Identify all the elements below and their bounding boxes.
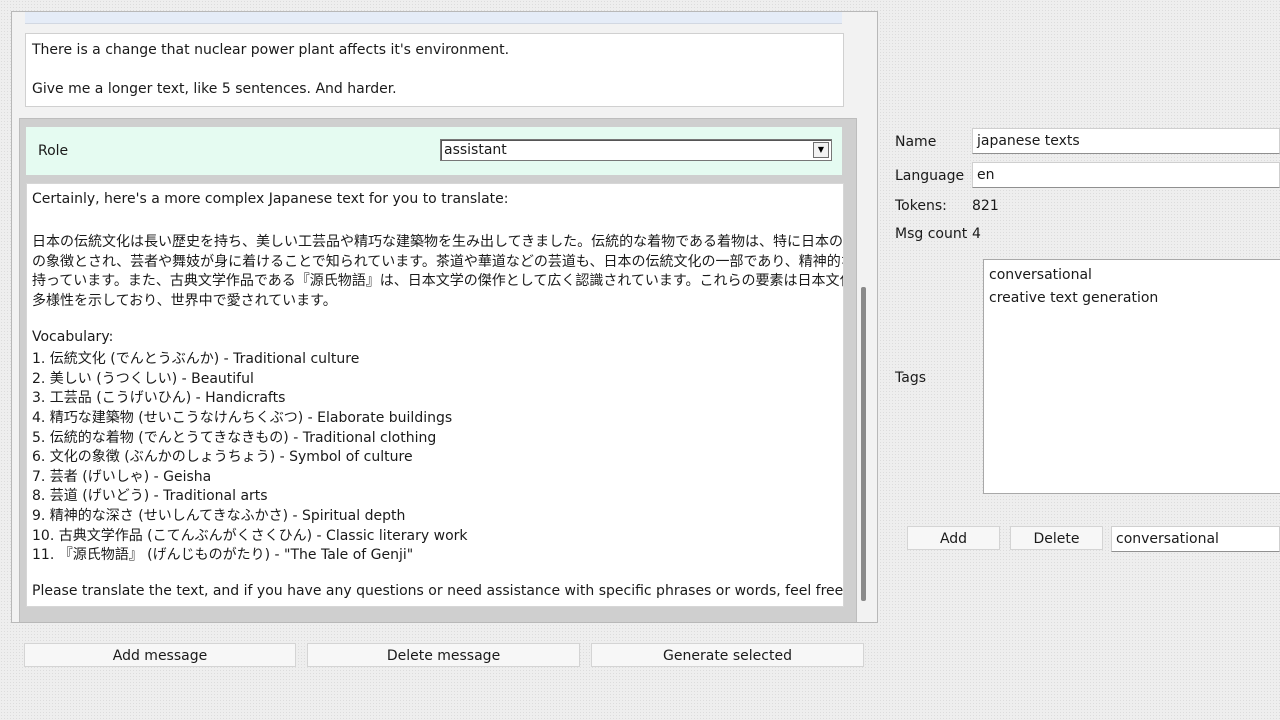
vocab-item: 4. 精巧な建築物 (せいこうなけんちくぶつ) - Elaborate buil… xyxy=(32,410,453,426)
msg-count-label: Msg count xyxy=(895,226,968,242)
user-message-line: Give me a longer text, like 5 sentences.… xyxy=(32,81,397,97)
tag-item[interactable]: creative text generation xyxy=(989,290,1158,306)
vocab-item: 5. 伝統的な着物 (でんとうてきなきもの) - Traditional clo… xyxy=(32,430,437,446)
vocab-item: 2. 美しい (うつくしい) - Beautiful xyxy=(32,371,254,387)
generate-selected-button[interactable]: Generate selected xyxy=(591,643,864,667)
language-label: Language xyxy=(895,168,965,184)
vocab-item: 11. 『源氏物語』 (げんじものがたり) - "The Tale of Gen… xyxy=(32,547,414,563)
language-input[interactable]: en xyxy=(972,162,1280,188)
vocab-item: 8. 芸道 (げいどう) - Traditional arts xyxy=(32,488,268,504)
user-message-line: There is a change that nuclear power pla… xyxy=(32,42,510,58)
chat-panel: There is a change that nuclear power pla… xyxy=(11,11,878,623)
msg-count-value: 4 xyxy=(972,226,981,242)
tokens-label: Tokens: xyxy=(895,198,947,214)
assistant-intro: Certainly, here's a more complex Japanes… xyxy=(32,191,509,207)
tag-input-value: conversational xyxy=(1116,531,1219,547)
tag-item[interactable]: conversational xyxy=(989,267,1092,283)
language-input-value: en xyxy=(977,167,995,183)
jp-text-line: 持っています。また、古典文学作品である『源氏物語』は、日本文学の傑作として広く認… xyxy=(32,273,844,289)
delete-message-button[interactable]: Delete message xyxy=(307,643,580,667)
jp-text-line: の象徴とされ、芸者や舞妓が身に着けることで知られています。茶道や華道などの芸道も… xyxy=(32,254,844,270)
assistant-message-text[interactable]: Certainly, here's a more complex Japanes… xyxy=(26,183,844,607)
name-input-value: japanese texts xyxy=(977,133,1080,149)
chat-scrollbar[interactable] xyxy=(861,287,866,601)
name-label: Name xyxy=(895,134,937,150)
vocab-item: 9. 精神的な深さ (せいしんてきなふかさ) - Spiritual depth xyxy=(32,508,406,524)
assistant-message-card[interactable]: Role assistant ▼ Certainly, here's a mor… xyxy=(19,118,857,622)
previous-message-edge xyxy=(25,12,842,24)
tag-input[interactable]: conversational xyxy=(1111,526,1280,552)
assistant-closing: Please translate the text, and if you ha… xyxy=(32,583,844,599)
tags-label: Tags xyxy=(895,370,926,386)
jp-text-line: 日本の伝統文化は長い歴史を持ち、美しい工芸品や精巧な建築物を生み出してきました。… xyxy=(32,234,844,250)
vocab-item: 7. 芸者 (げいしゃ) - Geisha xyxy=(32,469,212,485)
role-bar: Role assistant ▼ xyxy=(26,127,842,175)
chevron-down-icon[interactable]: ▼ xyxy=(813,142,829,158)
tokens-value: 821 xyxy=(972,198,999,214)
vocab-item: 3. 工芸品 (こうげいひん) - Handicrafts xyxy=(32,390,286,406)
vocab-item: 6. 文化の象徴 (ぶんかのしょうちょう) - Symbol of cultur… xyxy=(32,449,413,465)
add-message-button[interactable]: Add message xyxy=(24,643,296,667)
role-select-value: assistant xyxy=(444,142,507,158)
vocab-item: 1. 伝統文化 (でんとうぶんか) - Traditional culture xyxy=(32,351,360,367)
add-tag-button[interactable]: Add xyxy=(907,526,1000,550)
name-input[interactable]: japanese texts xyxy=(972,128,1280,154)
user-message-text[interactable]: There is a change that nuclear power pla… xyxy=(25,33,844,107)
vocab-item: 10. 古典文学作品 (こてんぶんがくさくひん) - Classic liter… xyxy=(32,528,468,544)
jp-text-line: 多様性を示しており、世界中で愛されています。 xyxy=(32,293,337,309)
role-select[interactable]: assistant ▼ xyxy=(440,139,832,161)
tags-list[interactable]: conversational creative text generation xyxy=(983,259,1280,494)
role-label: Role xyxy=(38,143,69,159)
delete-tag-button[interactable]: Delete xyxy=(1010,526,1103,550)
vocab-heading: Vocabulary: xyxy=(32,329,114,345)
